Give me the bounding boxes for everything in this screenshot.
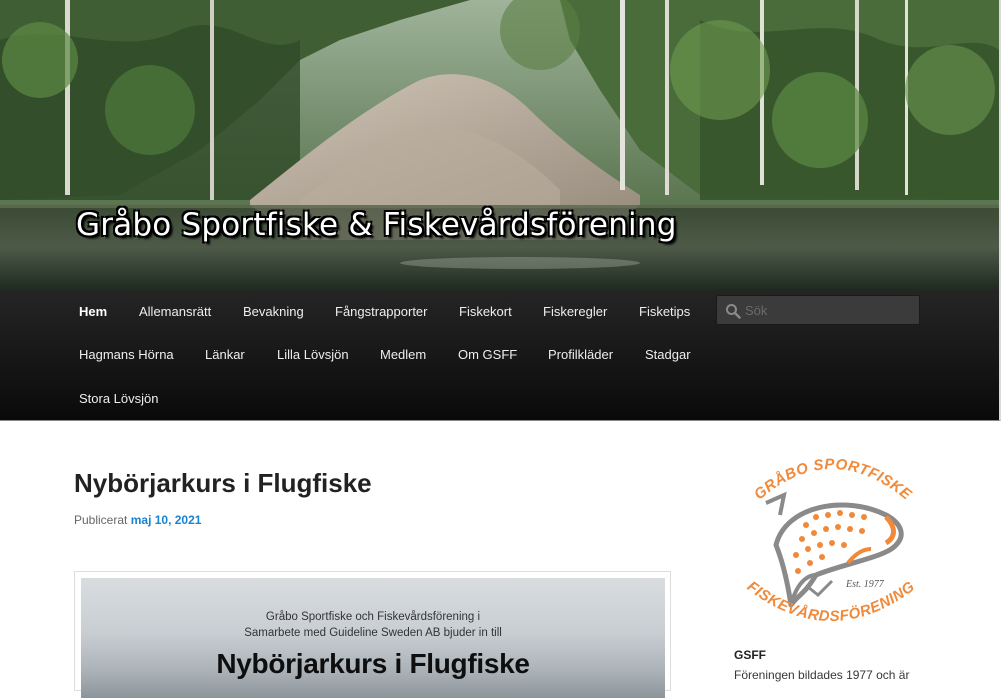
logo-bottom-text: FISKEVÅRDSFÖRENING	[744, 578, 918, 625]
main-navigation: Hem Allemansrätt Bevakning Fångstrapport…	[0, 290, 1001, 421]
nav-item-stora-lovsjon[interactable]: Stora Lövsjön	[79, 391, 159, 406]
featured-image-headline: Nybörjarkurs i Flugfiske	[216, 648, 530, 679]
post-meta: Publicerat maj 10, 2021	[74, 513, 201, 527]
nav-item-hem[interactable]: Hem	[79, 304, 107, 319]
nav-item-bevakning[interactable]: Bevakning	[243, 304, 304, 319]
post-title[interactable]: Nybörjarkurs i Flugfiske	[74, 468, 372, 499]
header-banner[interactable]: Gråbo Sportfiske & Fiskevårdsförening	[0, 0, 1001, 290]
search-box[interactable]	[716, 295, 920, 325]
featured-image-line2: Samarbete med Guideline Sweden AB bjuder…	[244, 627, 502, 639]
post-meta-prefix: Publicerat	[74, 513, 128, 527]
logo-est-text: Est. 1977	[845, 579, 885, 590]
featured-image-frame: Gråbo Sportfiske och Fiskevårdsförening …	[74, 571, 671, 698]
search-input[interactable]	[745, 296, 915, 324]
nav-item-hagmans-horna[interactable]: Hagmans Hörna	[79, 347, 174, 362]
site-title[interactable]: Gråbo Sportfiske & Fiskevårdsförening	[76, 207, 677, 243]
nav-item-fiskekort[interactable]: Fiskekort	[459, 304, 512, 319]
nav-item-fisketips[interactable]: Fisketips	[639, 304, 690, 319]
nav-item-lankar[interactable]: Länkar	[205, 347, 245, 362]
widget-title: GSFF	[734, 648, 766, 662]
nav-item-om-gsff[interactable]: Om GSFF	[458, 347, 517, 362]
nav-item-stadgar[interactable]: Stadgar	[645, 347, 691, 362]
nav-item-allemansratt[interactable]: Allemansrätt	[139, 304, 211, 319]
widget-text: Föreningen bildades 1977 och är	[734, 668, 910, 682]
lake-forest-image	[0, 0, 999, 290]
svg-text:FISKEVÅRDSFÖRENING: FISKEVÅRDSFÖRENING	[744, 578, 918, 625]
featured-image[interactable]: Gråbo Sportfiske och Fiskevårdsförening …	[81, 578, 665, 698]
featured-image-line1: Gråbo Sportfiske och Fiskevårdsförening …	[265, 611, 481, 623]
post-date-link[interactable]: maj 10, 2021	[131, 513, 202, 527]
nav-item-profilklader[interactable]: Profilkläder	[548, 347, 613, 362]
club-logo[interactable]: GRÅBO SPORTFISKE Est. 1977 FISKEVÅRDSFÖR…	[736, 445, 926, 633]
nav-item-lilla-lovsjon[interactable]: Lilla Lövsjön	[277, 347, 349, 362]
nav-item-fiskeregler[interactable]: Fiskeregler	[543, 304, 607, 319]
nav-item-medlem[interactable]: Medlem	[380, 347, 426, 362]
search-icon	[726, 304, 741, 319]
nav-item-fangstrapporter[interactable]: Fångstrapporter	[335, 304, 428, 319]
